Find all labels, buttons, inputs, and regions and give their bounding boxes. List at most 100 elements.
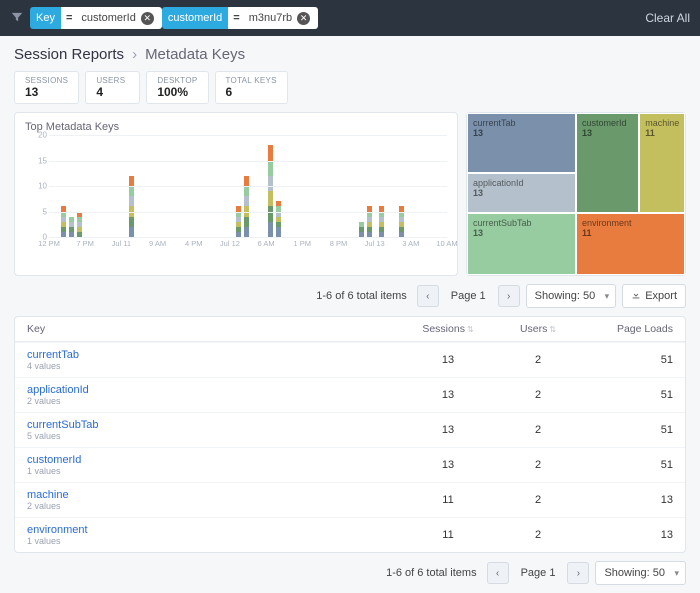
cell-users: 2: [493, 354, 583, 366]
pager-info: 1-6 of 6 total items: [386, 567, 477, 579]
treemap-cell[interactable]: currentTab13: [467, 113, 576, 173]
treemap-cell[interactable]: environment11: [576, 213, 685, 275]
breadcrumb: Session Reports › Metadata Keys: [0, 36, 700, 71]
col-users[interactable]: Users⇅: [493, 323, 583, 335]
col-key[interactable]: Key: [27, 323, 403, 335]
treemap-label: currentTab: [473, 118, 570, 128]
metadata-keys-table: Key Sessions⇅ Users⇅ Page Loads currentT…: [14, 316, 686, 553]
breadcrumb-root[interactable]: Session Reports: [14, 46, 124, 63]
treemap-value: 11: [582, 228, 679, 238]
table-header: Key Sessions⇅ Users⇅ Page Loads: [15, 317, 685, 342]
treemap-value: 11: [645, 128, 679, 138]
cell-page-loads: 51: [583, 354, 673, 366]
cell-sessions: 11: [403, 494, 493, 506]
stat-box: SESSIONS13: [14, 71, 79, 104]
chart-bar[interactable]: [359, 222, 364, 237]
col-page-loads[interactable]: Page Loads: [583, 323, 673, 335]
stat-value: 6: [226, 85, 277, 99]
table-row[interactable]: customerId1 values13251: [15, 447, 685, 482]
stat-value: 100%: [157, 85, 197, 99]
table-row[interactable]: environment1 values11213: [15, 517, 685, 552]
stat-value: 13: [25, 85, 68, 99]
export-button[interactable]: Export: [622, 284, 686, 308]
treemap-value: 13: [473, 188, 570, 198]
cell-page-loads: 13: [583, 494, 673, 506]
next-page-button[interactable]: ›: [498, 285, 520, 307]
treemap-cell[interactable]: customerId13: [576, 113, 639, 213]
key-name[interactable]: currentTab: [27, 349, 403, 361]
treemap-cell[interactable]: applicationId13: [467, 173, 576, 214]
close-icon[interactable]: ✕: [297, 12, 310, 25]
cell-users: 2: [493, 389, 583, 401]
treemap-label: currentSubTab: [473, 218, 570, 228]
treemap-cell[interactable]: currentSubTab13: [467, 213, 576, 275]
cell-sessions: 13: [403, 459, 493, 471]
chart-bar[interactable]: [77, 212, 82, 237]
chevron-right-icon: ›: [132, 46, 137, 63]
chip-value: m3nu7rb ✕: [245, 7, 318, 29]
chart-bar[interactable]: [268, 145, 273, 237]
page-size-select[interactable]: Showing: 50: [595, 561, 686, 585]
treemap-value: 13: [582, 128, 633, 138]
cell-sessions: 11: [403, 529, 493, 541]
chart-bar[interactable]: [276, 201, 281, 237]
treemap-value: 13: [473, 128, 570, 138]
pager-info: 1-6 of 6 total items: [316, 290, 407, 302]
cell-users: 2: [493, 529, 583, 541]
cell-users: 2: [493, 459, 583, 471]
close-icon[interactable]: ✕: [141, 12, 154, 25]
filter-chip[interactable]: Key=customerId ✕: [30, 7, 162, 29]
cell-sessions: 13: [403, 354, 493, 366]
treemap-value: 13: [473, 228, 570, 238]
table-row[interactable]: applicationId2 values13251: [15, 377, 685, 412]
treemap-cell[interactable]: machine11: [639, 113, 685, 213]
key-name[interactable]: applicationId: [27, 384, 403, 396]
table-row[interactable]: machine2 values11213: [15, 482, 685, 517]
stat-box: DESKTOP100%: [146, 71, 208, 104]
stat-row: SESSIONS13USERS4DESKTOP100%TOTAL KEYS6: [0, 71, 700, 112]
page-size-select[interactable]: Showing: 50: [526, 284, 617, 308]
sort-icon: ⇅: [549, 325, 556, 334]
treemap: currentTab13customerId13machine11applica…: [466, 112, 686, 276]
key-name[interactable]: customerId: [27, 454, 403, 466]
download-icon: [631, 290, 641, 303]
stat-label: USERS: [96, 76, 129, 85]
cell-page-loads: 51: [583, 424, 673, 436]
filter-icon: [10, 10, 24, 27]
key-sub: 5 values: [27, 431, 403, 441]
page-label: Page 1: [515, 567, 562, 579]
col-sessions[interactable]: Sessions⇅: [403, 323, 493, 335]
top-metadata-chart: Top Metadata Keys 05101520 12 PM7 PMJul …: [14, 112, 458, 276]
sort-icon: ⇅: [467, 325, 474, 334]
stat-label: SESSIONS: [25, 76, 68, 85]
filter-bar: Key=customerId ✕customerId=m3nu7rb ✕ Cle…: [0, 0, 700, 36]
stat-label: TOTAL KEYS: [226, 76, 277, 85]
stat-value: 4: [96, 85, 129, 99]
table-row[interactable]: currentSubTab5 values13251: [15, 412, 685, 447]
key-name[interactable]: machine: [27, 489, 403, 501]
clear-all-link[interactable]: Clear All: [645, 11, 690, 25]
export-label: Export: [645, 290, 677, 302]
cell-sessions: 13: [403, 424, 493, 436]
table-row[interactable]: currentTab4 values13251: [15, 342, 685, 377]
treemap-label: customerId: [582, 118, 633, 128]
breadcrumb-current: Metadata Keys: [145, 46, 245, 63]
key-name[interactable]: currentSubTab: [27, 419, 403, 431]
chart-bar[interactable]: [69, 217, 74, 237]
treemap-label: machine: [645, 118, 679, 128]
prev-page-button[interactable]: ‹: [487, 562, 509, 584]
cell-page-loads: 13: [583, 529, 673, 541]
prev-page-button[interactable]: ‹: [417, 285, 439, 307]
key-sub: 2 values: [27, 501, 403, 511]
chip-key: Key: [30, 7, 61, 29]
key-name[interactable]: environment: [27, 524, 403, 536]
page-label: Page 1: [445, 290, 492, 302]
next-page-button[interactable]: ›: [567, 562, 589, 584]
chip-op: =: [228, 7, 244, 29]
chip-key: customerId: [162, 7, 228, 29]
filter-chip[interactable]: customerId=m3nu7rb ✕: [162, 7, 318, 29]
key-sub: 1 values: [27, 536, 403, 546]
pager-top: 1-6 of 6 total items ‹ Page 1 › Showing:…: [0, 276, 700, 316]
cell-sessions: 13: [403, 389, 493, 401]
stat-box: USERS4: [85, 71, 140, 104]
